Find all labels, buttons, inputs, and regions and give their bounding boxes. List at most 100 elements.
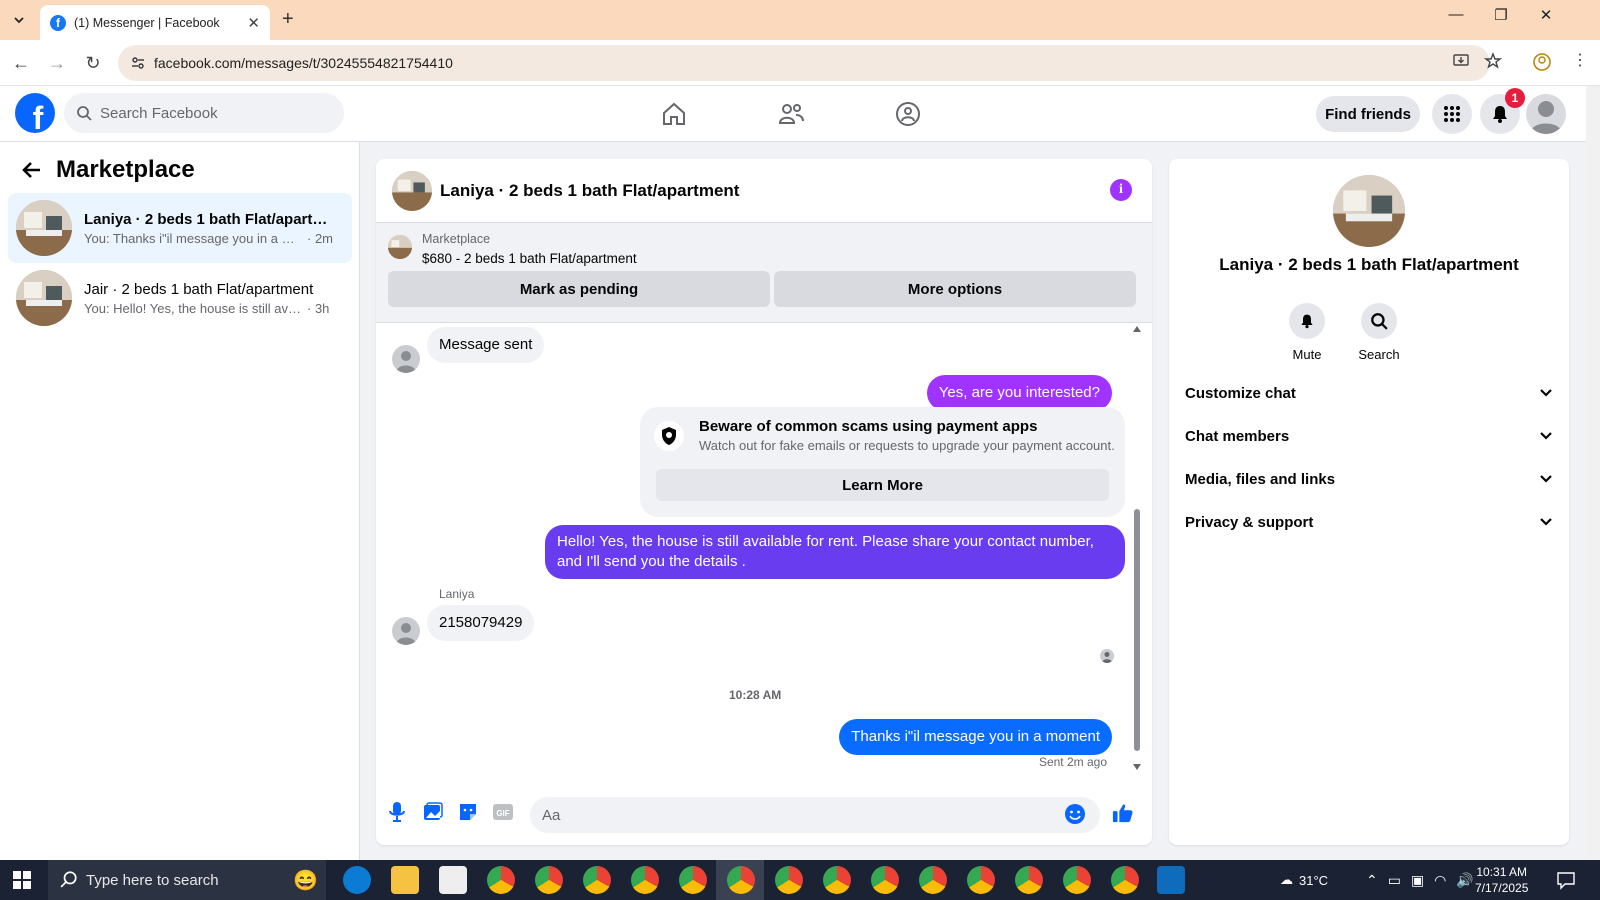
contact-avatar	[392, 617, 420, 645]
minimize-icon[interactable]: —	[1441, 6, 1471, 23]
chat-scroll-thumb[interactable]	[1134, 509, 1140, 751]
message-composer: GIF Aa	[376, 777, 1152, 845]
tab-search-dropdown-icon[interactable]	[8, 9, 30, 31]
learn-more-button[interactable]: Learn More	[656, 469, 1109, 501]
chrome-profile-icon[interactable]	[871, 866, 899, 894]
chrome-profile-icon[interactable]	[1063, 866, 1091, 894]
find-friends-button[interactable]: Find friends	[1316, 96, 1420, 132]
thumbs-up-icon[interactable]	[1112, 802, 1134, 824]
search-icon	[77, 106, 92, 121]
browser-menu-icon[interactable]: ⋮	[1572, 50, 1588, 70]
contact-avatar	[392, 345, 420, 373]
outlook-icon[interactable]	[1157, 866, 1185, 894]
gif-icon[interactable]: GIF	[492, 801, 514, 823]
chat-scrollbar[interactable]	[1131, 323, 1143, 777]
windows-start-icon[interactable]	[12, 870, 32, 890]
conversation-time: · 3h	[307, 300, 330, 316]
chrome-profile-icon[interactable]	[727, 866, 755, 894]
chrome-profile-icon[interactable]	[631, 866, 659, 894]
install-app-icon[interactable]	[1452, 52, 1470, 70]
chrome-profile-icon[interactable]	[775, 866, 803, 894]
listing-thumbnail	[16, 270, 72, 326]
listing-title[interactable]: $680 - 2 beds 1 bath Flat/apartment	[422, 251, 637, 266]
chrome-profile-icon[interactable]	[1111, 866, 1139, 894]
chat-avatar[interactable]	[392, 170, 432, 211]
back-arrow-icon[interactable]: ←	[8, 50, 34, 76]
taskbar-clock[interactable]: 10:31 AM 7/17/2025	[1475, 864, 1528, 896]
svg-text:GIF: GIF	[496, 809, 509, 818]
maximize-icon[interactable]: ❐	[1486, 6, 1516, 24]
tab-title: (1) Messenger | Facebook	[74, 15, 220, 30]
chat-members-section[interactable]: Chat members	[1185, 416, 1553, 456]
conversation-name: Laniya · 2 beds 1 bath Flat/apartment	[84, 210, 334, 228]
groups-nav-icon[interactable]	[888, 96, 928, 132]
close-tab-icon[interactable]: ✕	[247, 14, 260, 32]
mute-button[interactable]: Mute	[1277, 303, 1337, 362]
microphone-icon[interactable]	[386, 801, 408, 823]
sticker-icon[interactable]	[457, 801, 479, 823]
scroll-up-icon[interactable]	[1132, 325, 1142, 333]
chrome-profile-icon[interactable]	[919, 866, 947, 894]
facebook-logo-icon[interactable]: f	[15, 93, 55, 133]
chrome-icon[interactable]	[487, 866, 515, 894]
search-highlights-icon[interactable]: 😄	[293, 868, 318, 893]
store-icon[interactable]	[439, 866, 467, 894]
media-files-section[interactable]: Media, files and links	[1185, 459, 1553, 499]
message-input[interactable]: Aa	[530, 797, 1100, 833]
reload-icon[interactable]: ↻	[80, 50, 106, 76]
mark-as-pending-button[interactable]: Mark as pending	[388, 271, 770, 307]
weather-widget[interactable]: ☁ 31°C	[1280, 860, 1328, 900]
conversation-time: · 2m	[307, 230, 333, 246]
file-explorer-icon[interactable]	[391, 866, 419, 894]
page-scrollbar[interactable]	[1586, 86, 1600, 860]
details-name: Laniya · 2 beds 1 bath Flat/apartment	[1219, 255, 1519, 274]
new-tab-icon[interactable]: +	[282, 8, 294, 31]
section-label: Customize chat	[1185, 384, 1296, 402]
forward-arrow-icon[interactable]: →	[44, 50, 70, 76]
scroll-down-icon[interactable]	[1132, 763, 1142, 771]
chrome-profile-icon[interactable]	[967, 866, 995, 894]
browser-tab-active[interactable]: f (1) Messenger | Facebook ✕	[40, 5, 270, 40]
edge-icon[interactable]	[343, 866, 371, 894]
conversation-item[interactable]: Jair · 2 beds 1 bath Flat/apartment You:…	[8, 263, 352, 333]
account-avatar[interactable]	[1526, 94, 1566, 134]
chevron-down-icon	[1540, 518, 1552, 526]
more-options-button[interactable]: More options	[774, 271, 1136, 307]
chrome-profile-icon[interactable]	[679, 866, 707, 894]
listing-thumbnail[interactable]	[388, 235, 412, 259]
system-tray-icons[interactable]: ⌃▭▣◠🔊	[1366, 860, 1484, 900]
chat-title[interactable]: Laniya · 2 beds 1 bath Flat/apartment	[440, 181, 739, 201]
facebook-header: f Search Facebook Find friends	[0, 86, 1586, 142]
privacy-support-section[interactable]: Privacy & support	[1185, 502, 1553, 542]
back-arrow-icon[interactable]	[22, 160, 42, 180]
friends-nav-icon[interactable]	[771, 96, 811, 132]
chrome-profile-icon[interactable]	[1015, 866, 1043, 894]
chrome-profile-icon[interactable]	[535, 866, 563, 894]
mute-label: Mute	[1292, 347, 1322, 362]
message-status: Sent 2m ago	[1038, 755, 1107, 769]
menu-grid-icon[interactable]	[1432, 94, 1472, 134]
sidebar-title: Marketplace	[56, 156, 195, 183]
bookmark-star-icon[interactable]	[1484, 52, 1502, 70]
photo-icon[interactable]	[422, 801, 444, 823]
facebook-favicon-icon: f	[50, 14, 66, 31]
notification-count-badge: 1	[1505, 88, 1525, 108]
read-receipt-avatar	[1100, 649, 1114, 663]
listing-thumbnail	[16, 200, 72, 256]
taskbar-search-input[interactable]: Type here to search 😄	[48, 860, 326, 900]
chrome-profile-icon[interactable]	[583, 866, 611, 894]
notification-center-icon[interactable]	[1556, 870, 1576, 890]
address-bar[interactable]: facebook.com/messages/t/3024555482175441…	[118, 45, 1490, 81]
facebook-search-input[interactable]: Search Facebook	[64, 93, 344, 133]
profile-icon[interactable]	[1532, 52, 1552, 72]
emoji-icon[interactable]	[1064, 803, 1086, 825]
info-icon[interactable]: i	[1110, 179, 1132, 201]
site-settings-icon[interactable]	[130, 55, 146, 71]
home-nav-icon[interactable]	[654, 96, 694, 132]
search-in-chat-button[interactable]: Search	[1349, 303, 1409, 362]
close-window-icon[interactable]: ✕	[1531, 6, 1561, 24]
conversation-item[interactable]: Laniya · 2 beds 1 bath Flat/apartment Yo…	[8, 193, 352, 263]
customize-chat-section[interactable]: Customize chat	[1185, 373, 1553, 413]
chrome-profile-icon[interactable]	[823, 866, 851, 894]
url-text: facebook.com/messages/t/3024555482175441…	[154, 55, 453, 71]
